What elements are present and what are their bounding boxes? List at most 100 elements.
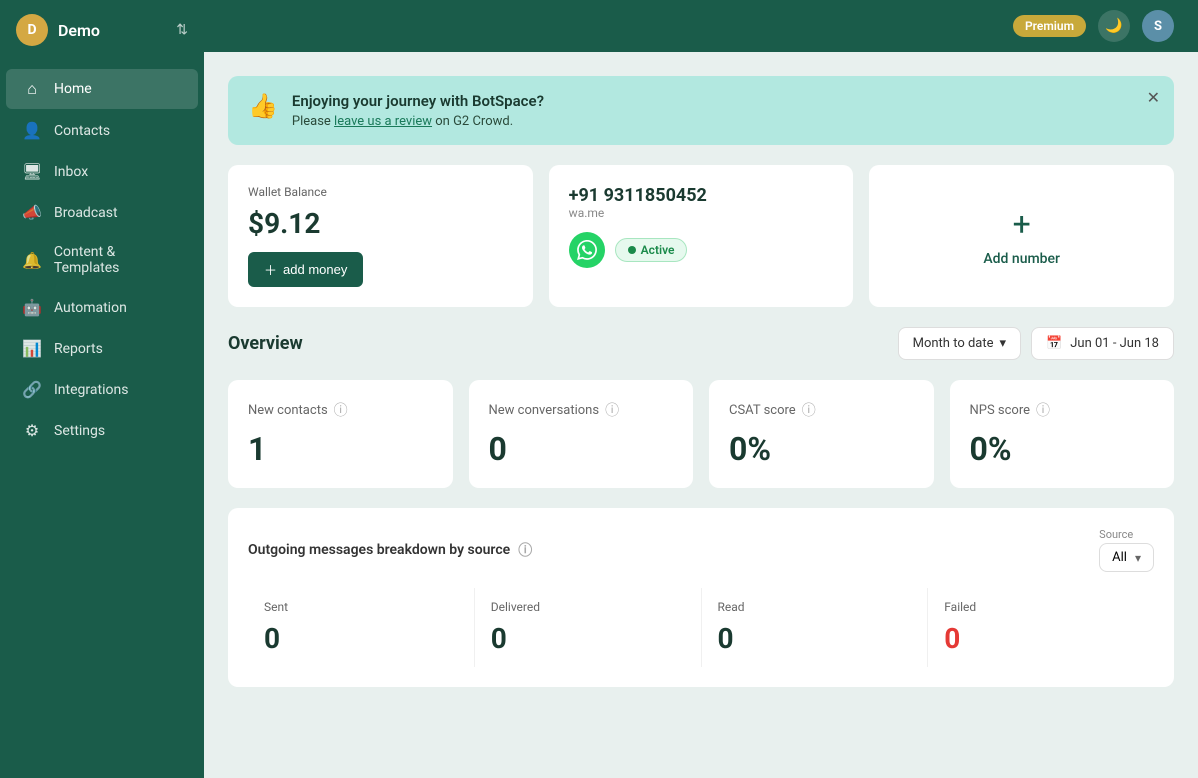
csat-score-info-icon[interactable]: ⓘ: [802, 400, 816, 420]
phone-number: +91 9311850452: [569, 185, 834, 206]
phone-sub: wa.me: [569, 206, 834, 220]
breakdown-info-icon[interactable]: ⓘ: [518, 540, 532, 560]
sidebar-item-label: Reports: [54, 341, 103, 357]
sidebar-item-integrations[interactable]: 🔗 Integrations: [6, 370, 198, 409]
whatsapp-status: Active: [569, 232, 834, 268]
wallet-label: Wallet Balance: [248, 185, 513, 199]
metric-value-nps-score: 0%: [970, 430, 1155, 468]
settings-icon: ⚙: [22, 421, 42, 440]
stat-value-read: 0: [718, 622, 912, 655]
premium-badge: Premium: [1013, 15, 1086, 37]
source-label: Source: [1099, 528, 1154, 541]
user-avatar[interactable]: S: [1142, 10, 1174, 42]
metrics-row: New contacts ⓘ 1 New conversations ⓘ 0 C…: [228, 380, 1174, 488]
sidebar-item-home[interactable]: ⌂ Home: [6, 69, 198, 109]
active-status-badge: Active: [615, 238, 688, 262]
stat-value-failed: 0: [944, 622, 1138, 655]
sidebar-item-automation[interactable]: 🤖 Automation: [6, 288, 198, 327]
sidebar-item-label: Settings: [54, 423, 105, 439]
sidebar-item-label: Content & Templates: [54, 244, 182, 276]
calendar-icon: 📅: [1046, 336, 1062, 351]
sidebar-item-label: Home: [54, 81, 92, 97]
review-link[interactable]: leave us a review: [334, 114, 432, 129]
source-select: Source All ▾: [1099, 528, 1154, 572]
workspace-title: Demo: [58, 21, 166, 40]
stat-label-sent: Sent: [264, 600, 458, 614]
workspace-avatar: D: [16, 14, 48, 46]
chevron-icon: ⇅: [176, 22, 188, 38]
sidebar-item-contacts[interactable]: 👤 Contacts: [6, 111, 198, 150]
metric-card-csat-score: CSAT score ⓘ 0%: [709, 380, 934, 488]
wallet-card: Wallet Balance $9.12 ＋ add money: [228, 165, 533, 307]
theme-toggle-button[interactable]: 🌙: [1098, 10, 1130, 42]
add-number-icon: +: [1013, 205, 1031, 243]
stat-value-sent: 0: [264, 622, 458, 655]
metric-card-new-contacts: New contacts ⓘ 1: [228, 380, 453, 488]
metric-value-new-contacts: 1: [248, 430, 433, 468]
metric-label-nps-score: NPS score ⓘ: [970, 400, 1155, 420]
sidebar-nav: ⌂ Home 👤 Contacts 🖥 Inbox 📣 Broadcast 🔔Content &…: [0, 60, 204, 778]
sidebar-item-label: Integrations: [54, 382, 128, 398]
banner-icon: 👍: [248, 92, 278, 120]
stat-cell-read: Read 0: [702, 588, 929, 667]
sidebar-item-settings[interactable]: ⚙ Settings: [6, 411, 198, 450]
metric-label-new-conversations: New conversations ⓘ: [489, 400, 674, 420]
inbox-icon: 🖥: [22, 162, 42, 181]
metric-label-new-contacts: New contacts ⓘ: [248, 400, 433, 420]
close-icon[interactable]: ✕: [1147, 88, 1160, 107]
banner-text: Enjoying your journey with BotSpace? Ple…: [292, 92, 1154, 129]
active-dot: [628, 246, 636, 254]
sidebar-item-content[interactable]: 🔔Content & Templates: [6, 234, 198, 286]
date-filter-dropdown[interactable]: Month to date ▾: [898, 327, 1021, 360]
metric-label-csat-score: CSAT score ⓘ: [729, 400, 914, 420]
contacts-icon: 👤: [22, 121, 42, 140]
home-icon: ⌂: [22, 79, 42, 99]
sidebar-item-broadcast[interactable]: 📣 Broadcast: [6, 193, 198, 232]
sidebar-item-label: Automation: [54, 300, 127, 316]
add-money-button[interactable]: ＋ add money: [248, 252, 363, 287]
banner-desc-prefix: Please: [292, 114, 334, 129]
banner-desc: Please leave us a review on G2 Crowd.: [292, 114, 1154, 129]
stat-label-delivered: Delivered: [491, 600, 685, 614]
banner-title: Enjoying your journey with BotSpace?: [292, 92, 1154, 110]
sidebar-header[interactable]: D Demo ⇅: [0, 0, 204, 60]
sidebar-item-reports[interactable]: 📊 Reports: [6, 329, 198, 368]
phone-card: +91 9311850452 wa.me Active: [549, 165, 854, 307]
nps-score-info-icon[interactable]: ⓘ: [1036, 400, 1050, 420]
sidebar-item-inbox[interactable]: 🖥 Inbox: [6, 152, 198, 191]
automation-icon: 🤖: [22, 298, 42, 317]
stat-cell-delivered: Delivered 0: [475, 588, 702, 667]
banner-desc-suffix: on G2 Crowd.: [432, 114, 513, 129]
dropdown-arrow-icon: ▾: [1135, 551, 1141, 565]
overview-controls: Month to date ▾ 📅 Jun 01 - Jun 18: [898, 327, 1174, 360]
stat-cell-sent: Sent 0: [248, 588, 475, 667]
metric-card-nps-score: NPS score ⓘ 0%: [950, 380, 1175, 488]
main-area: Premium 🌙 S 👍 Enjoying your journey with…: [204, 0, 1198, 778]
date-range-picker[interactable]: 📅 Jun 01 - Jun 18: [1031, 327, 1174, 360]
wallet-value: $9.12: [248, 207, 513, 240]
review-banner: 👍 Enjoying your journey with BotSpace? P…: [228, 76, 1174, 145]
stat-label-failed: Failed: [944, 600, 1138, 614]
add-money-label: add money: [283, 262, 347, 277]
sidebar-item-label: Contacts: [54, 123, 110, 139]
sidebar-item-label: Inbox: [54, 164, 88, 180]
whatsapp-icon: [569, 232, 605, 268]
metric-card-new-conversations: New conversations ⓘ 0: [469, 380, 694, 488]
reports-icon: 📊: [22, 339, 42, 358]
stat-value-delivered: 0: [491, 622, 685, 655]
source-dropdown[interactable]: All ▾: [1099, 543, 1154, 572]
topbar: Premium 🌙 S: [204, 0, 1198, 52]
new-conversations-info-icon[interactable]: ⓘ: [605, 400, 619, 420]
plus-icon: ＋: [264, 260, 277, 279]
add-number-label: Add number: [983, 251, 1060, 267]
broadcast-icon: 📣: [22, 203, 42, 222]
metric-value-new-conversations: 0: [489, 430, 674, 468]
metric-value-csat-score: 0%: [729, 430, 914, 468]
new-contacts-info-icon[interactable]: ⓘ: [334, 400, 348, 420]
date-filter-label: Month to date: [913, 336, 994, 351]
breakdown-title: Outgoing messages breakdown by source ⓘ: [248, 540, 532, 560]
sidebar-item-label: Broadcast: [54, 205, 118, 221]
add-number-card[interactable]: + Add number: [869, 165, 1174, 307]
integrations-icon: 🔗: [22, 380, 42, 399]
stat-label-read: Read: [718, 600, 912, 614]
